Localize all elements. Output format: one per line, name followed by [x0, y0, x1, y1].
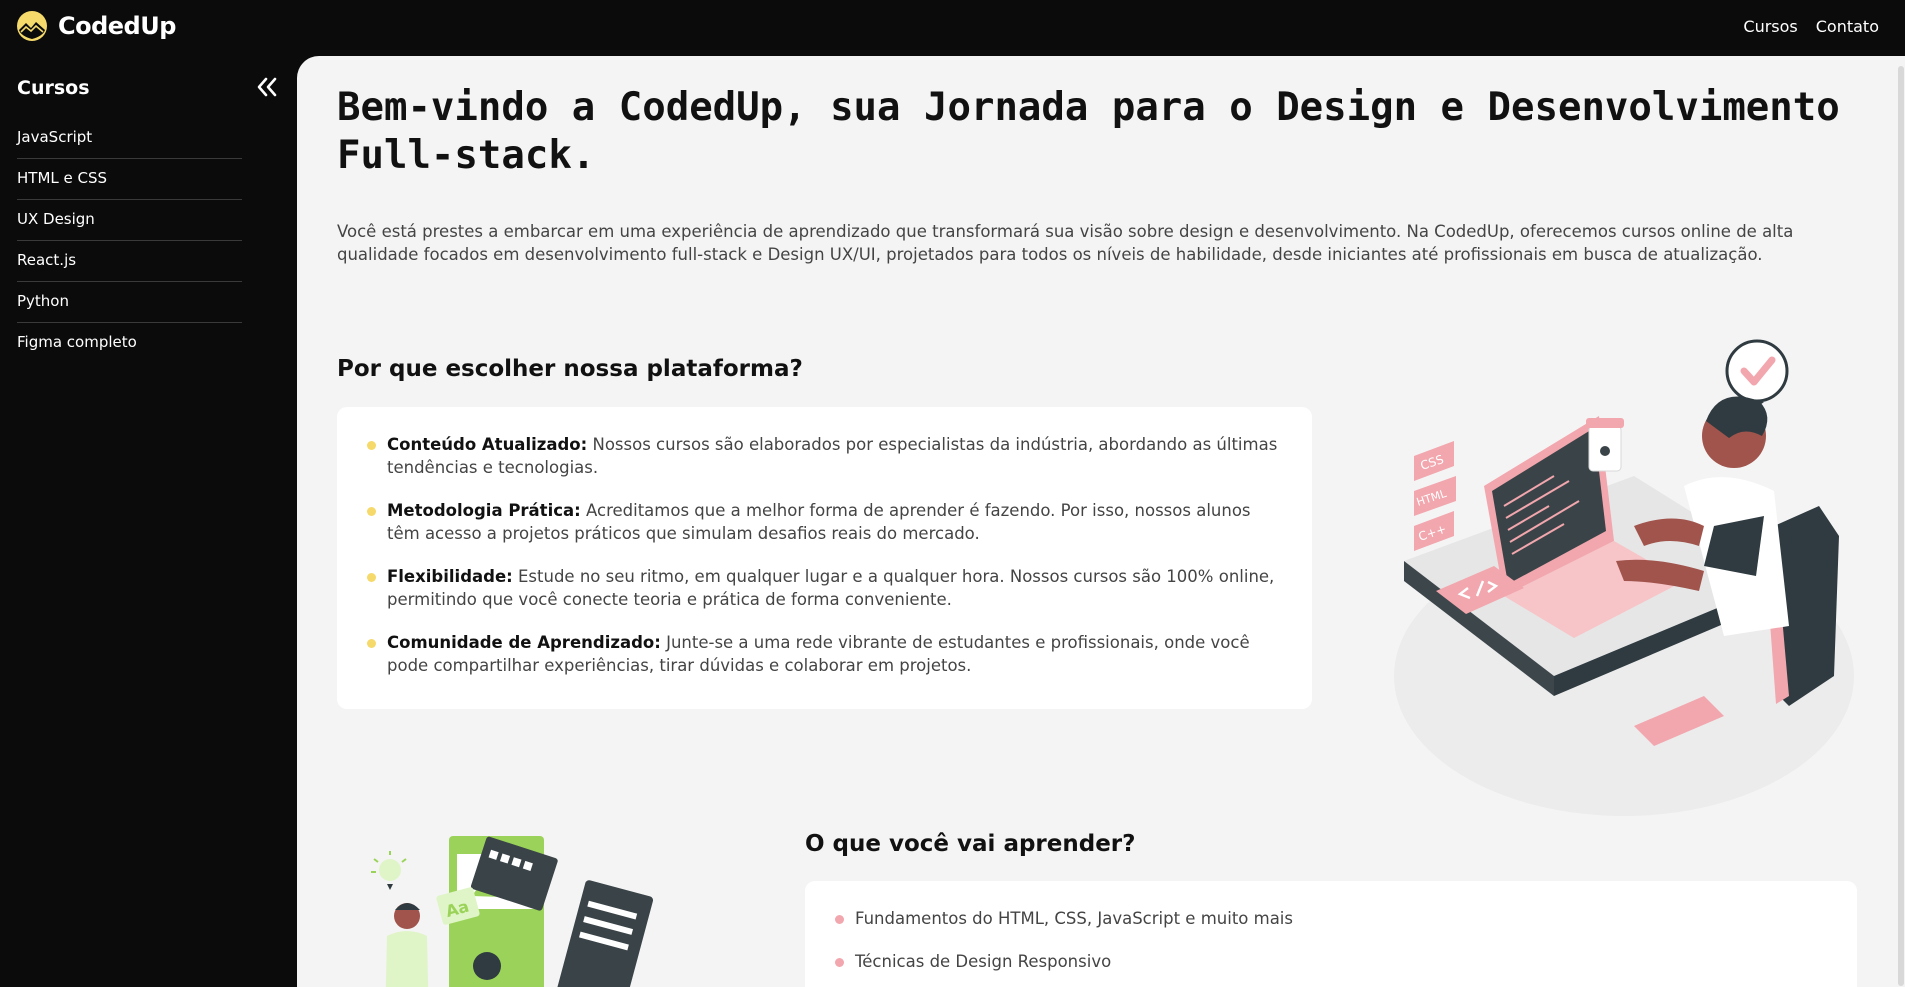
bullet-dot	[835, 958, 844, 967]
why-card: Conteúdo Atualizado: Nossos cursos são e…	[337, 407, 1312, 709]
list-item-title: Conteúdo Atualizado:	[387, 435, 588, 454]
nav-link-cursos[interactable]: Cursos	[1743, 17, 1797, 36]
sidebar-item-html-css[interactable]: HTML e CSS	[17, 159, 242, 200]
web-design-team-illustration: Aa	[371, 836, 654, 987]
list-item-text: Estude no seu ritmo, em qualquer lugar e…	[387, 567, 1275, 609]
tag-css: CSS	[1414, 441, 1454, 481]
sun-mountain-icon	[17, 11, 47, 41]
list-item-text: Técnicas de Design Responsivo	[855, 952, 1112, 971]
list-item-title: Flexibilidade:	[387, 567, 513, 586]
list-item: Técnicas de Design Responsivo	[835, 950, 1827, 973]
learn-list: Fundamentos do HTML, CSS, JavaScript e m…	[805, 881, 1857, 973]
intro-paragraph: Você está prestes a embarcar em uma expe…	[337, 222, 1794, 264]
why-heading: Por que escolher nossa plataforma?	[337, 356, 803, 382]
scrollbar[interactable]	[1897, 56, 1905, 987]
why-list: Conteúdo Atualizado: Nossos cursos são e…	[337, 407, 1312, 677]
list-item: Metodologia Prática: Acreditamos que a m…	[367, 499, 1282, 545]
list-item-text: Fundamentos do HTML, CSS, JavaScript e m…	[855, 909, 1293, 928]
sidebar-item-reactjs[interactable]: React.js	[17, 241, 242, 282]
scrollbar-thumb[interactable]	[1898, 66, 1904, 986]
bullet-dot	[835, 915, 844, 924]
sidebar-item-figma[interactable]: Figma completo	[17, 323, 242, 363]
developer-at-desk-illustration: CSS HTML C++	[1394, 339, 1854, 816]
bullet-dot	[367, 639, 376, 648]
sidebar-title: Cursos	[17, 77, 90, 99]
double-chevron-left-icon[interactable]	[254, 74, 280, 100]
brand-logo[interactable]: CodedUp	[16, 10, 176, 42]
learn-heading: O que você vai aprender?	[805, 831, 1136, 857]
top-nav: Cursos Contato	[1743, 17, 1879, 36]
tag-html: HTML	[1414, 476, 1456, 516]
bullet-dot	[367, 507, 376, 516]
list-item-title: Comunidade de Aprendizado:	[387, 633, 661, 652]
bullet-dot	[367, 441, 376, 450]
nav-link-contato[interactable]: Contato	[1816, 17, 1879, 36]
page-title: Bem-vindo a CodedUp, sua Jornada para o …	[337, 85, 1840, 178]
brand-name: CodedUp	[58, 12, 176, 40]
list-item: Flexibilidade: Estude no seu ritmo, em q…	[367, 565, 1282, 611]
list-item-title: Metodologia Prática:	[387, 501, 581, 520]
sidebar-item-javascript[interactable]: JavaScript	[17, 118, 242, 159]
list-item: Conteúdo Atualizado: Nossos cursos são e…	[367, 433, 1282, 479]
top-navbar: CodedUp Cursos Contato	[0, 0, 1905, 56]
sidebar-item-python[interactable]: Python	[17, 282, 242, 323]
list-item: Comunidade de Aprendizado: Junte-se a um…	[367, 631, 1282, 677]
bullet-dot	[367, 573, 376, 582]
learn-card: Fundamentos do HTML, CSS, JavaScript e m…	[805, 881, 1857, 987]
main-content: Bem-vindo a CodedUp, sua Jornada para o …	[297, 56, 1905, 987]
sidebar-item-ux-design[interactable]: UX Design	[17, 200, 242, 241]
list-item: Fundamentos do HTML, CSS, JavaScript e m…	[835, 907, 1827, 930]
sidebar-course-list: JavaScript HTML e CSS UX Design React.js…	[17, 118, 242, 363]
sidebar: Cursos JavaScript HTML e CSS UX Design R…	[0, 56, 297, 987]
